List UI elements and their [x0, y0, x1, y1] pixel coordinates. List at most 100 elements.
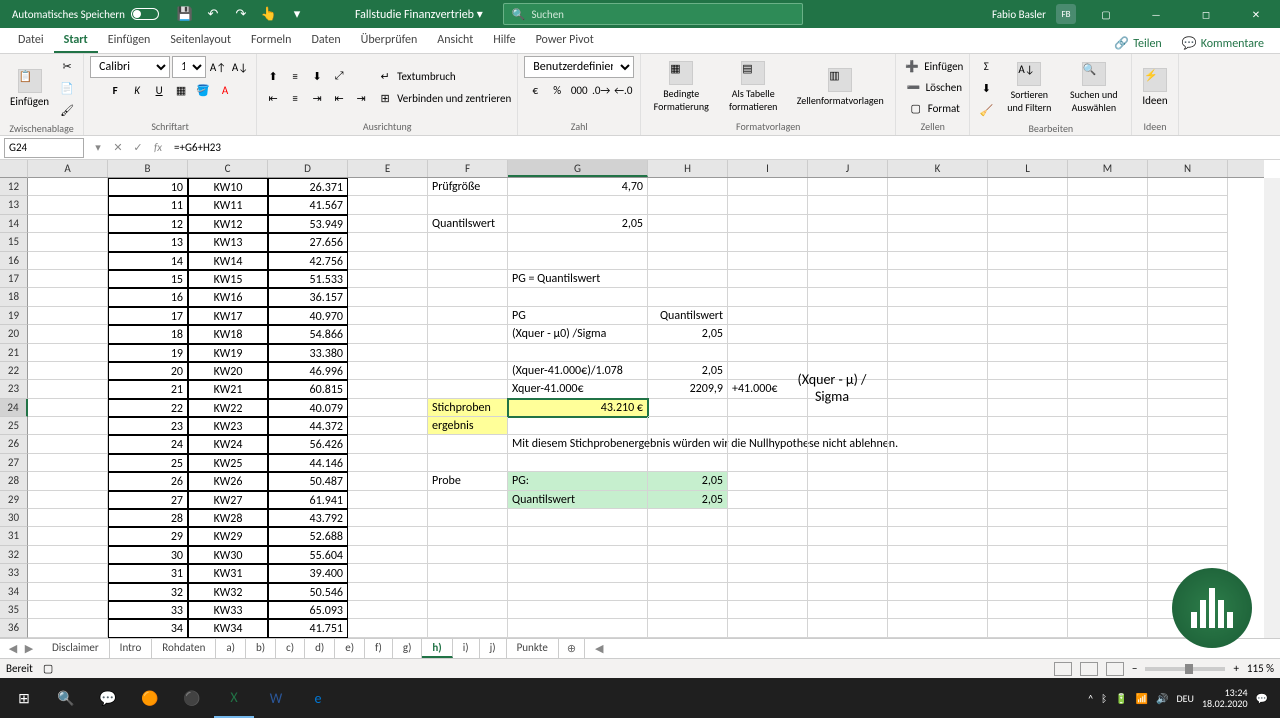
cell-E35[interactable]: [348, 601, 428, 619]
cell-E13[interactable]: [348, 196, 428, 214]
cell-F22[interactable]: [428, 362, 508, 380]
macro-record-icon[interactable]: ▢: [43, 662, 53, 675]
format-cells-button[interactable]: ▢Format: [906, 98, 960, 118]
cell-B28[interactable]: 26: [108, 472, 188, 490]
cell-M28[interactable]: [1068, 472, 1148, 490]
cell-N12[interactable]: [1148, 178, 1228, 196]
cell-I28[interactable]: [728, 472, 808, 490]
cell-G35[interactable]: [508, 601, 648, 619]
cell-I21[interactable]: [728, 344, 808, 362]
cell-C31[interactable]: KW29: [188, 527, 268, 545]
cell-F13[interactable]: [428, 196, 508, 214]
sheet-tab-intro[interactable]: Intro: [110, 639, 153, 658]
cell-M31[interactable]: [1068, 527, 1148, 545]
cell-A32[interactable]: [28, 546, 108, 564]
cell-D30[interactable]: 43.792: [268, 509, 348, 527]
zoom-level[interactable]: 115 %: [1247, 662, 1274, 675]
cell-B24[interactable]: 22: [108, 399, 188, 417]
cell-D34[interactable]: 50.546: [268, 583, 348, 601]
cell-D18[interactable]: 36.157: [268, 288, 348, 306]
cell-G20[interactable]: (Xquer - µ0) /Sigma: [508, 325, 648, 343]
name-box-dropdown-icon[interactable]: ▾: [88, 138, 108, 158]
cell-K32[interactable]: [888, 546, 988, 564]
cell-G12[interactable]: 4,70: [508, 178, 648, 196]
align-right-icon[interactable]: ⇥: [307, 88, 327, 108]
cell-B34[interactable]: 32: [108, 583, 188, 601]
cell-M35[interactable]: [1068, 601, 1148, 619]
cell-C13[interactable]: KW11: [188, 196, 268, 214]
cell-B20[interactable]: 18: [108, 325, 188, 343]
cell-J33[interactable]: [808, 564, 888, 582]
sheet-tab-rohdaten[interactable]: Rohdaten: [152, 639, 216, 658]
underline-button[interactable]: U: [149, 80, 169, 100]
cell-K26[interactable]: [888, 435, 988, 453]
cell-M30[interactable]: [1068, 509, 1148, 527]
cell-K35[interactable]: [888, 601, 988, 619]
cell-I13[interactable]: [728, 196, 808, 214]
cell-H15[interactable]: [648, 233, 728, 251]
cell-D29[interactable]: 61.941: [268, 491, 348, 509]
vertical-scrollbar[interactable]: [1264, 178, 1280, 638]
cell-A23[interactable]: [28, 380, 108, 398]
row-header-21[interactable]: 21: [0, 344, 28, 362]
tray-bluetooth-icon[interactable]: ᛒ: [1101, 692, 1107, 705]
cell-N19[interactable]: [1148, 307, 1228, 325]
cell-H29[interactable]: 2,05: [648, 491, 728, 509]
number-format-select[interactable]: Benutzerdefiniert: [524, 56, 634, 78]
column-headers[interactable]: ABCDEFGHIJKLMN: [28, 160, 1264, 178]
col-header-A[interactable]: A: [28, 160, 108, 177]
qat-more-icon[interactable]: ▾: [289, 6, 305, 22]
cell-B36[interactable]: 34: [108, 619, 188, 637]
cell-K24[interactable]: [888, 399, 988, 417]
cell-G28[interactable]: PG:: [508, 472, 648, 490]
col-header-B[interactable]: B: [108, 160, 188, 177]
cell-H16[interactable]: [648, 252, 728, 270]
format-as-table-button[interactable]: ▤Als Tabelle formatieren: [719, 59, 787, 115]
cell-B29[interactable]: 27: [108, 491, 188, 509]
cell-M24[interactable]: [1068, 399, 1148, 417]
cell-G31[interactable]: [508, 527, 648, 545]
conditional-format-button[interactable]: ▦Bedingte Formatierung: [647, 59, 715, 115]
normal-view-icon[interactable]: [1054, 662, 1072, 676]
row-header-27[interactable]: 27: [0, 454, 28, 472]
cell-G24[interactable]: 43.210 €: [508, 399, 648, 417]
cell-M33[interactable]: [1068, 564, 1148, 582]
cell-D28[interactable]: 50.487: [268, 472, 348, 490]
undo-icon[interactable]: ↶: [205, 6, 221, 22]
currency-icon[interactable]: €: [525, 80, 545, 100]
cell-K15[interactable]: [888, 233, 988, 251]
ribbon-tab-formeln[interactable]: Formeln: [241, 29, 301, 53]
cell-J13[interactable]: [808, 196, 888, 214]
col-header-D[interactable]: D: [268, 160, 348, 177]
cell-M21[interactable]: [1068, 344, 1148, 362]
cell-J15[interactable]: [808, 233, 888, 251]
cell-C32[interactable]: KW30: [188, 546, 268, 564]
cell-E12[interactable]: [348, 178, 428, 196]
cell-K13[interactable]: [888, 196, 988, 214]
cell-A20[interactable]: [28, 325, 108, 343]
cell-M32[interactable]: [1068, 546, 1148, 564]
delete-cells-button[interactable]: ➖Löschen: [904, 77, 962, 97]
bold-button[interactable]: F: [105, 80, 125, 100]
cell-G34[interactable]: [508, 583, 648, 601]
row-header-36[interactable]: 36: [0, 619, 28, 637]
decrease-decimal-icon[interactable]: ←.0: [613, 80, 633, 100]
cell-M20[interactable]: [1068, 325, 1148, 343]
cell-A31[interactable]: [28, 527, 108, 545]
cell-B12[interactable]: 10: [108, 178, 188, 196]
cell-I12[interactable]: [728, 178, 808, 196]
tray-up-icon[interactable]: ^: [1088, 692, 1093, 705]
cell-E28[interactable]: [348, 472, 428, 490]
cell-M34[interactable]: [1068, 583, 1148, 601]
cell-N28[interactable]: [1148, 472, 1228, 490]
sheet-tab-e)[interactable]: e): [335, 639, 365, 658]
cell-I36[interactable]: [728, 619, 808, 637]
cell-B25[interactable]: 23: [108, 417, 188, 435]
row-header-14[interactable]: 14: [0, 215, 28, 233]
cell-K33[interactable]: [888, 564, 988, 582]
cell-J35[interactable]: [808, 601, 888, 619]
maximize-button[interactable]: ◻: [1186, 0, 1226, 28]
cell-L23[interactable]: [988, 380, 1068, 398]
col-header-F[interactable]: F: [428, 160, 508, 177]
cell-E15[interactable]: [348, 233, 428, 251]
